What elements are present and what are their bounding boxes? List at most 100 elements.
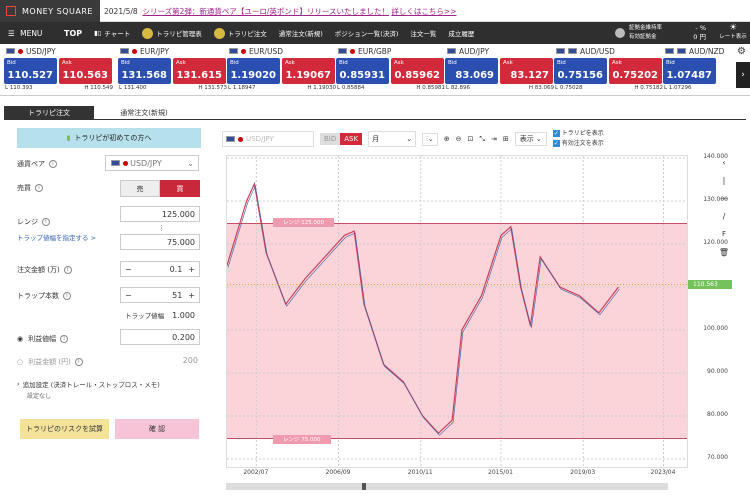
brand-logo[interactable]: MONEY SQUARE bbox=[0, 0, 100, 22]
info-icon[interactable]: i bbox=[49, 160, 57, 168]
horizontal-line-icon[interactable]: — bbox=[714, 194, 734, 212]
chevron-left-icon[interactable]: ‹ bbox=[714, 158, 734, 176]
rate-panel-audjpy[interactable]: AUD/JPY Bid 83.069 Ask 83.127 L 82.896 H 83… bbox=[443, 44, 557, 96]
info-icon[interactable]: i bbox=[74, 358, 83, 366]
flag-icon bbox=[111, 159, 120, 166]
info-icon[interactable]: i bbox=[63, 292, 71, 300]
next-rates-button[interactable]: › bbox=[736, 62, 750, 88]
bid-label: Bid bbox=[448, 60, 457, 66]
confirm-button[interactable]: 確 認 bbox=[115, 419, 199, 439]
trend-line-icon[interactable]: / bbox=[714, 212, 734, 230]
rate-panel-eurgbp[interactable]: EUR/GBP Bid 0.85931 Ask 0.85962 L 0.85884 H… bbox=[334, 44, 448, 96]
buy-button[interactable]: 買 bbox=[160, 180, 200, 197]
jump-latest-icon[interactable]: ⇥ bbox=[491, 135, 497, 143]
rate-panel-usdjpy[interactable]: USD/JPY Bid 110.527 Ask 110.563 L 110.393 H… bbox=[2, 44, 116, 96]
advanced-settings-toggle[interactable]: › 追加設定 (決済トレール・ストップロス・メモ) bbox=[17, 378, 201, 390]
amount-value: 0.1 bbox=[169, 264, 183, 274]
ask-button[interactable]: Ask 1.19067 bbox=[282, 58, 335, 84]
rate-panel-eurusd[interactable]: EUR/USD Bid 1.19020 Ask 1.19067 L 1.18947 H… bbox=[225, 44, 339, 96]
bid-button[interactable]: Bid 110.527 bbox=[4, 58, 57, 84]
info-icon[interactable]: i bbox=[60, 335, 69, 343]
bid-label: Bid bbox=[7, 60, 16, 66]
show-orders-label: 有効注文を表示 bbox=[561, 140, 604, 147]
info-icon[interactable]: i bbox=[63, 266, 72, 274]
news-text[interactable]: シリーズ第2弾：新通貨ペア【ユーロ/英ポンド】リリースいたしました！ bbox=[142, 7, 389, 16]
compare-icon[interactable]: ⊞ bbox=[503, 135, 509, 143]
amount-stepper[interactable]: − 0.1 + bbox=[120, 261, 200, 277]
current-price-tag: 110.563 bbox=[688, 279, 732, 289]
trap-count-stepper[interactable]: − 51 + bbox=[120, 287, 200, 303]
minus-icon[interactable]: − bbox=[125, 265, 132, 274]
profit-width-radio[interactable]: ◉ bbox=[17, 335, 23, 343]
plus-icon[interactable]: + bbox=[188, 291, 195, 300]
chart-display-select[interactable]: 表示 ⌄ bbox=[514, 132, 547, 146]
zoom-out-icon[interactable]: ⊖ bbox=[456, 135, 462, 143]
menu-button[interactable]: ☰ MENU bbox=[0, 29, 58, 38]
fibonacci-icon[interactable]: F bbox=[714, 230, 734, 248]
indicator-icon[interactable]: ⫶⌄ bbox=[422, 132, 438, 146]
ask-button[interactable]: Ask 0.85962 bbox=[391, 58, 444, 84]
beginner-guide-button[interactable]: ▮ トラリピが初めての方へ bbox=[17, 128, 201, 148]
nav-order-list[interactable]: 注文一覧 bbox=[404, 28, 442, 38]
show-trap-label: トラリピを表示 bbox=[561, 130, 604, 137]
chart-ask-button[interactable]: ASK bbox=[340, 133, 363, 145]
nav-position-list[interactable]: ポジション一覧(決済) bbox=[329, 28, 405, 38]
nav-history[interactable]: 成立履歴 bbox=[442, 28, 480, 38]
bid-button[interactable]: Bid 83.069 bbox=[445, 58, 498, 84]
range-high-input[interactable]: 125.000 bbox=[120, 206, 200, 222]
profit-amount-radio[interactable]: ○ bbox=[17, 358, 23, 366]
rate-display-button[interactable]: ☀ レート表示 bbox=[716, 24, 750, 42]
info-icon[interactable]: i bbox=[35, 184, 43, 192]
ask-button[interactable]: Ask 131.615 bbox=[173, 58, 226, 84]
zoom-in-icon[interactable]: ⊕ bbox=[444, 135, 450, 143]
pair-name: AUD/JPY bbox=[459, 46, 490, 56]
info-icon[interactable]: i bbox=[42, 218, 50, 226]
bid-button[interactable]: Bid 131.568 bbox=[118, 58, 171, 84]
ask-button[interactable]: Ask 83.127 bbox=[500, 58, 553, 84]
chart-period-select[interactable]: 月 ⌄ bbox=[368, 131, 417, 147]
chart-scrollbar[interactable] bbox=[226, 483, 668, 490]
rate-panel-audnzd[interactable]: AUD/NZD Bid 1.07487 L 1.07296 bbox=[661, 44, 731, 96]
chart-pair-select[interactable]: USD/JPY bbox=[222, 131, 314, 147]
nav-trap-order[interactable]: トラリピ注文 bbox=[208, 27, 273, 39]
ask-price: 110.563 bbox=[62, 70, 108, 81]
fullscreen-icon[interactable]: ⤡ bbox=[479, 135, 485, 144]
bid-button[interactable]: Bid 0.85931 bbox=[336, 58, 389, 84]
bid-button[interactable]: Bid 0.75156 bbox=[554, 58, 607, 84]
tab-trap-order[interactable]: トラリピ注文 bbox=[4, 106, 94, 120]
nav-top[interactable]: TOP bbox=[58, 29, 88, 38]
show-trap-checkbox[interactable]: ✓ トラリピを表示 bbox=[552, 129, 604, 139]
scroll-handle[interactable] bbox=[362, 483, 366, 490]
profit-width-input[interactable]: 0.200 bbox=[120, 329, 200, 345]
drawing-tools: ‹ | — / F 🗑 bbox=[714, 158, 734, 266]
pair-select[interactable]: USD/JPY ⌄ bbox=[105, 155, 199, 171]
chart-plot[interactable]: レンジ 125.000 レンジ 75.000 bbox=[226, 155, 688, 468]
plus-icon[interactable]: + bbox=[188, 265, 195, 274]
tab-normal-order[interactable]: 通常注文(新規) bbox=[104, 106, 184, 120]
advanced-label: 追加設定 (決済トレール・ストップロス・メモ) bbox=[22, 381, 160, 389]
nav-trap-manage[interactable]: トラリピ管理表 bbox=[136, 27, 208, 39]
show-orders-checkbox[interactable]: ✓ 有効注文を表示 bbox=[552, 139, 604, 149]
news-link[interactable]: 詳しくはこちら>> bbox=[391, 7, 456, 16]
gear-icon[interactable]: ⚙ bbox=[737, 46, 746, 57]
ask-button[interactable]: Ask 0.75202 bbox=[609, 58, 662, 84]
rate-panel-eurjpy[interactable]: EUR/JPY Bid 131.568 Ask 131.615 L 131.400 H… bbox=[116, 44, 230, 96]
nav-chart[interactable]: ▮▯ チャート bbox=[88, 28, 136, 38]
pair-name: EUR/USD bbox=[249, 46, 283, 56]
chart-bid-button[interactable]: BID bbox=[320, 133, 341, 145]
news-date: 2021/5/8 bbox=[104, 7, 138, 16]
ask-button[interactable]: Ask 110.563 bbox=[59, 58, 112, 84]
sell-button[interactable]: 売 bbox=[120, 180, 160, 197]
minus-icon[interactable]: − bbox=[125, 291, 132, 300]
fit-icon[interactable]: ⊡ bbox=[467, 135, 473, 143]
range-low-input[interactable]: 75.000 bbox=[120, 234, 200, 250]
bid-button[interactable]: Bid 1.07487 bbox=[663, 58, 716, 84]
trap-count-label: トラップ本数 bbox=[17, 292, 59, 300]
bid-label: Bid bbox=[230, 60, 239, 66]
nav-normal-order[interactable]: 通常注文(新規) bbox=[273, 28, 329, 38]
risk-simulate-button[interactable]: トラリピのリスクを試算 bbox=[20, 419, 109, 439]
bid-button[interactable]: Bid 1.19020 bbox=[227, 58, 280, 84]
trash-icon[interactable]: 🗑 bbox=[714, 248, 734, 266]
vertical-line-icon[interactable]: | bbox=[714, 176, 734, 194]
rate-panel-audusd[interactable]: AUD/USD Bid 0.75156 Ask 0.75202 L 0.75028 H… bbox=[552, 44, 666, 96]
